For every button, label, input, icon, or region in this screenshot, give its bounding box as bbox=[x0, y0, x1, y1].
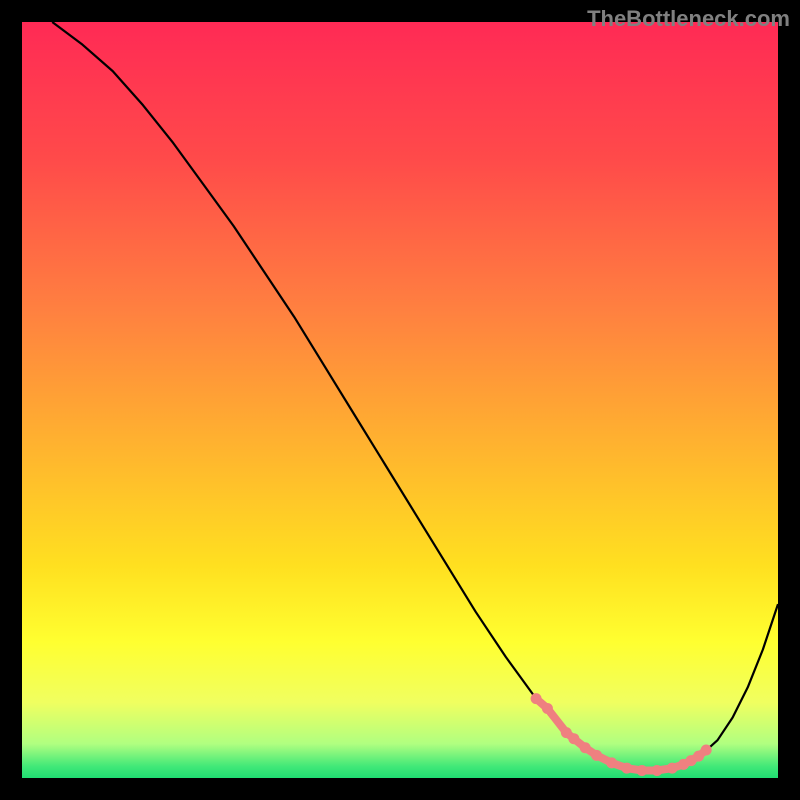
chart-svg bbox=[22, 22, 778, 778]
highlight-point bbox=[580, 742, 591, 753]
watermark-text: TheBottleneck.com bbox=[587, 6, 790, 32]
highlight-point bbox=[701, 745, 712, 756]
chart-container: TheBottleneck.com bbox=[0, 0, 800, 800]
highlight-point bbox=[606, 757, 617, 768]
highlight-point bbox=[531, 693, 542, 704]
highlight-point bbox=[591, 750, 602, 761]
gradient-background bbox=[22, 22, 778, 778]
highlight-point bbox=[667, 763, 678, 774]
highlight-point bbox=[542, 703, 553, 714]
plot-area bbox=[22, 22, 778, 778]
highlight-point bbox=[568, 733, 579, 744]
highlight-point bbox=[636, 765, 647, 776]
highlight-point bbox=[621, 763, 632, 774]
highlight-point bbox=[652, 765, 663, 776]
